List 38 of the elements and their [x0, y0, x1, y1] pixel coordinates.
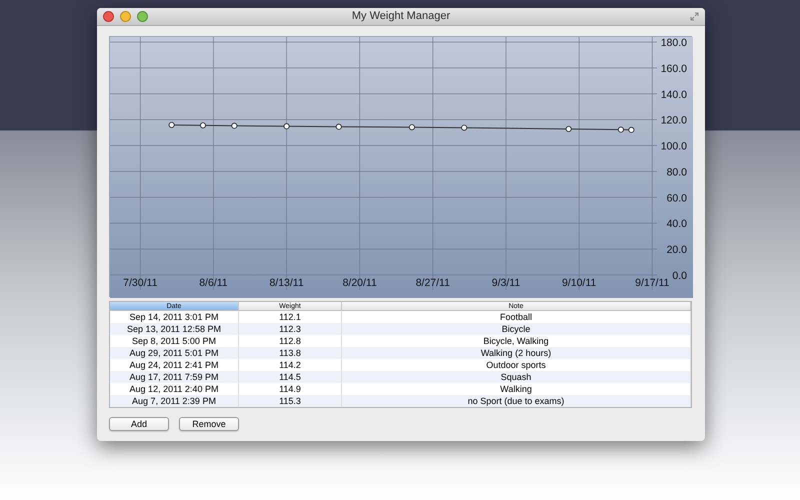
x-axis-label: 9/3/11 — [492, 277, 520, 289]
data-point — [628, 126, 634, 133]
data-point — [284, 123, 290, 130]
y-axis-label: 0.0 — [672, 270, 687, 282]
x-axis-label: 9/10/11 — [562, 277, 596, 289]
fullscreen-icon[interactable] — [690, 12, 699, 21]
data-point — [200, 122, 206, 128]
close-button[interactable] — [103, 11, 114, 22]
action-button[interactable]: Remove — [179, 417, 239, 431]
x-axis-label: 9/17/11 — [635, 277, 670, 289]
x-axis-label: 8/6/11 — [199, 277, 228, 289]
window-title: My Weight Manager — [350, 9, 452, 24]
y-axis-label: 140.0 — [660, 88, 687, 101]
y-axis-label: 20.0 — [666, 244, 687, 256]
table-cell: 115.3 — [239, 395, 342, 407]
x-axis-label: 8/20/11 — [342, 277, 377, 289]
y-axis-label: 180.0 — [660, 37, 687, 50]
action-button[interactable]: Add — [109, 417, 169, 431]
x-axis-label: 8/27/11 — [416, 277, 450, 289]
y-axis-label: 100.0 — [660, 140, 687, 153]
y-axis-label: 80.0 — [666, 166, 687, 178]
table-cell: Aug 7, 2011 2:39 PM — [110, 395, 239, 407]
table-cell: no Sport (due to exams) — [342, 395, 691, 407]
data-point — [336, 124, 342, 130]
data-point — [231, 122, 238, 129]
data-point — [408, 124, 415, 130]
data-point — [168, 122, 175, 128]
minimize-button[interactable] — [120, 11, 131, 22]
data-point — [618, 126, 624, 133]
x-axis-label: 8/13/11 — [269, 277, 304, 289]
data-point — [566, 126, 572, 132]
zoom-button[interactable] — [137, 11, 148, 22]
y-axis-label: 160.0 — [660, 62, 687, 75]
y-axis-label: 60.0 — [666, 192, 687, 204]
x-axis-label: 7/30/11 — [123, 277, 158, 289]
data-point — [461, 124, 468, 131]
y-axis-label: 40.0 — [666, 218, 687, 230]
y-axis-label: 120.0 — [660, 114, 687, 127]
